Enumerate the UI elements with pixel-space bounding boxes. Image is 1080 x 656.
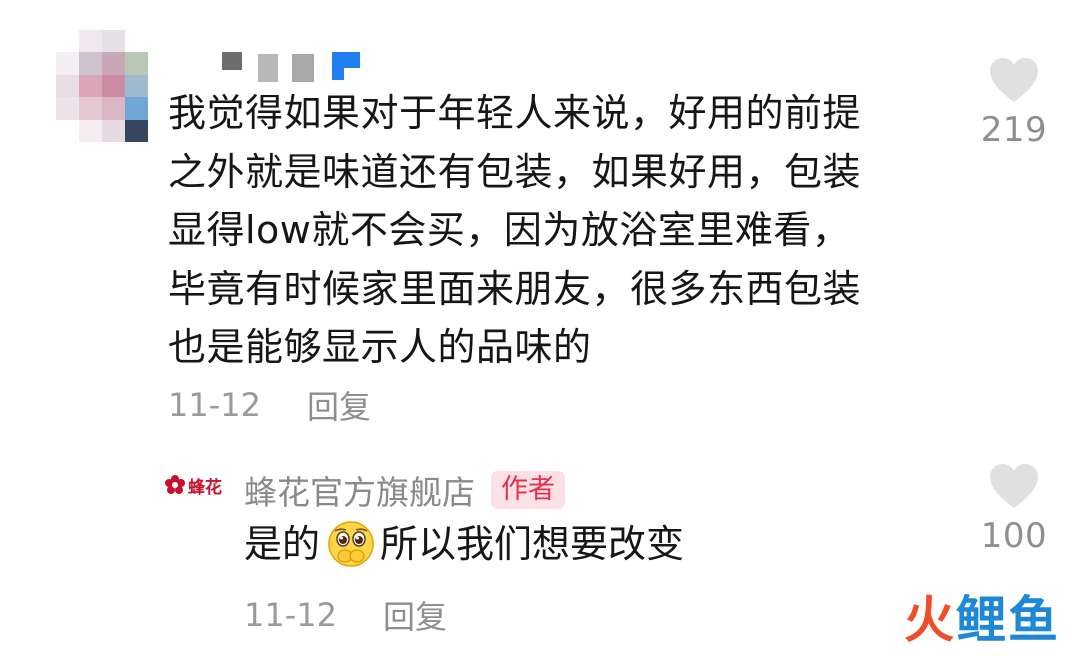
reply-button[interactable]: 回复 xyxy=(307,382,371,428)
reply-meta: 11-12 回复 xyxy=(244,592,447,638)
reply-button[interactable]: 回复 xyxy=(383,592,447,638)
comment-line: 显得low就不会买，因为放浴室里难看， xyxy=(168,208,851,252)
comment-line: 之外就是味道还有包装，如果好用，包装 xyxy=(168,149,862,194)
reply-date: 11-12 xyxy=(244,596,337,634)
comment-line: 毕竟有时候家里面来朋友，很多东西包装 xyxy=(168,266,862,311)
watermark: 火 鲤 鱼 xyxy=(904,580,1060,652)
author-badge: 作者 xyxy=(491,471,565,509)
comment-date: 11-12 xyxy=(168,386,261,424)
watermark-char: 火 xyxy=(904,591,956,649)
avatar[interactable] xyxy=(56,30,148,142)
reply-text-part: 是的 xyxy=(244,522,321,566)
flower-logo-icon xyxy=(165,475,185,494)
comment-meta: 11-12 回复 xyxy=(168,382,371,428)
heart-icon xyxy=(990,464,1038,508)
reply-text: 是的 所以我们想要改变 xyxy=(244,515,684,573)
comment-line: 也是能够显示人的品味的 xyxy=(168,325,592,369)
like-button[interactable]: 219 xyxy=(974,56,1054,150)
watermark-char: 鱼 xyxy=(1008,591,1060,649)
brand-logo[interactable]: 蜂花 xyxy=(164,470,224,500)
comment-text: 我觉得如果对于年轻人来说，好用的前提 之外就是味道还有包装，如果好用，包装 显得… xyxy=(168,84,928,377)
username-blurred[interactable] xyxy=(222,52,382,82)
reply-header: 蜂花官方旗舰店 作者 xyxy=(244,466,565,514)
like-count: 100 xyxy=(980,516,1048,556)
comment-line: 我觉得如果对于年轻人来说，好用的前提 xyxy=(168,91,862,135)
pleading-face-emoji-icon xyxy=(328,521,374,567)
like-button[interactable]: 100 xyxy=(974,462,1054,556)
reply-username[interactable]: 蜂花官方旗舰店 xyxy=(244,466,475,514)
like-count: 219 xyxy=(980,110,1048,150)
brand-logo-text: 蜂花 xyxy=(188,477,222,498)
watermark-char: 鲤 xyxy=(956,591,1008,649)
heart-icon xyxy=(990,58,1038,102)
reply-text-part: 所以我们想要改变 xyxy=(380,522,685,566)
